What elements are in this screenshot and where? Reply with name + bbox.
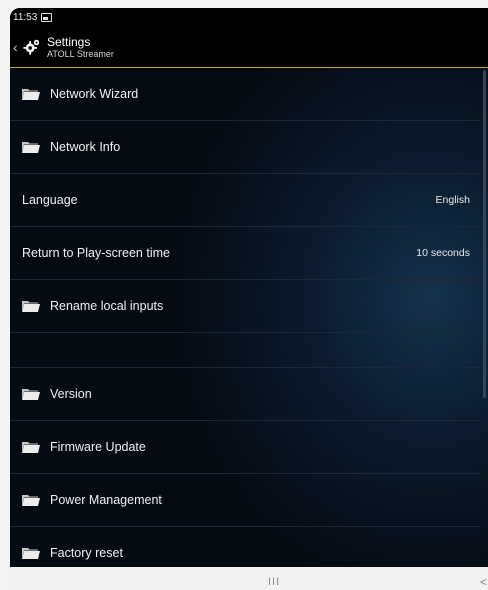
setting-network-wizard[interactable]: Network Wizard	[10, 68, 480, 121]
page-subtitle: ATOLL Streamer	[47, 48, 114, 59]
setting-label: Network Info	[50, 140, 121, 154]
setting-firmware-update[interactable]: Firmware Update	[10, 421, 480, 474]
folder-icon	[22, 142, 40, 153]
folder-icon	[22, 548, 40, 559]
folder-icon	[22, 301, 40, 312]
folder-icon	[22, 495, 40, 506]
setting-label: Firmware Update	[50, 440, 146, 454]
app-titles: Settings ATOLL Streamer	[47, 36, 114, 59]
folder-icon	[22, 389, 40, 400]
folder-icon	[22, 89, 40, 100]
setting-value: English	[435, 194, 470, 206]
app-screen: 11:53 ‹ Settings ATOLL Streamer Network …	[10, 8, 488, 580]
setting-label: Network Wizard	[50, 87, 139, 101]
setting-value: 10 seconds	[416, 247, 470, 259]
setting-language[interactable]: Language English	[10, 174, 480, 227]
list-scrollbar[interactable]	[483, 70, 486, 398]
setting-label: Power Management	[50, 493, 162, 507]
status-bar: 11:53	[10, 8, 488, 27]
back-button[interactable]: <	[480, 575, 487, 589]
settings-list: Network Wizard Network Info Language Eng…	[10, 68, 480, 580]
setting-label: Factory reset	[50, 546, 123, 560]
list-divider-spacer	[10, 333, 480, 368]
setting-power-management[interactable]: Power Management	[10, 474, 480, 527]
setting-label: Rename local inputs	[50, 299, 164, 313]
status-time: 11:53	[13, 12, 38, 23]
folder-icon	[22, 442, 40, 453]
page-title: Settings	[47, 34, 91, 49]
recent-apps-button[interactable]: III	[268, 576, 280, 588]
setting-label: Language	[22, 193, 78, 207]
setting-version[interactable]: Version	[10, 368, 480, 421]
app-bar: ‹ Settings ATOLL Streamer	[10, 27, 488, 68]
image-icon	[41, 13, 53, 22]
setting-return-time[interactable]: Return to Play-screen time 10 seconds	[10, 227, 480, 280]
device-frame: 11:53 ‹ Settings ATOLL Streamer Network …	[10, 8, 488, 590]
setting-label: Version	[50, 387, 92, 401]
system-nav-bar: III <	[10, 567, 488, 590]
gears-icon	[23, 39, 40, 55]
setting-rename-inputs[interactable]: Rename local inputs	[10, 280, 480, 333]
setting-label: Return to Play-screen time	[22, 246, 170, 260]
chevron-left-icon[interactable]: ‹	[13, 39, 21, 55]
setting-network-info[interactable]: Network Info	[10, 121, 480, 174]
